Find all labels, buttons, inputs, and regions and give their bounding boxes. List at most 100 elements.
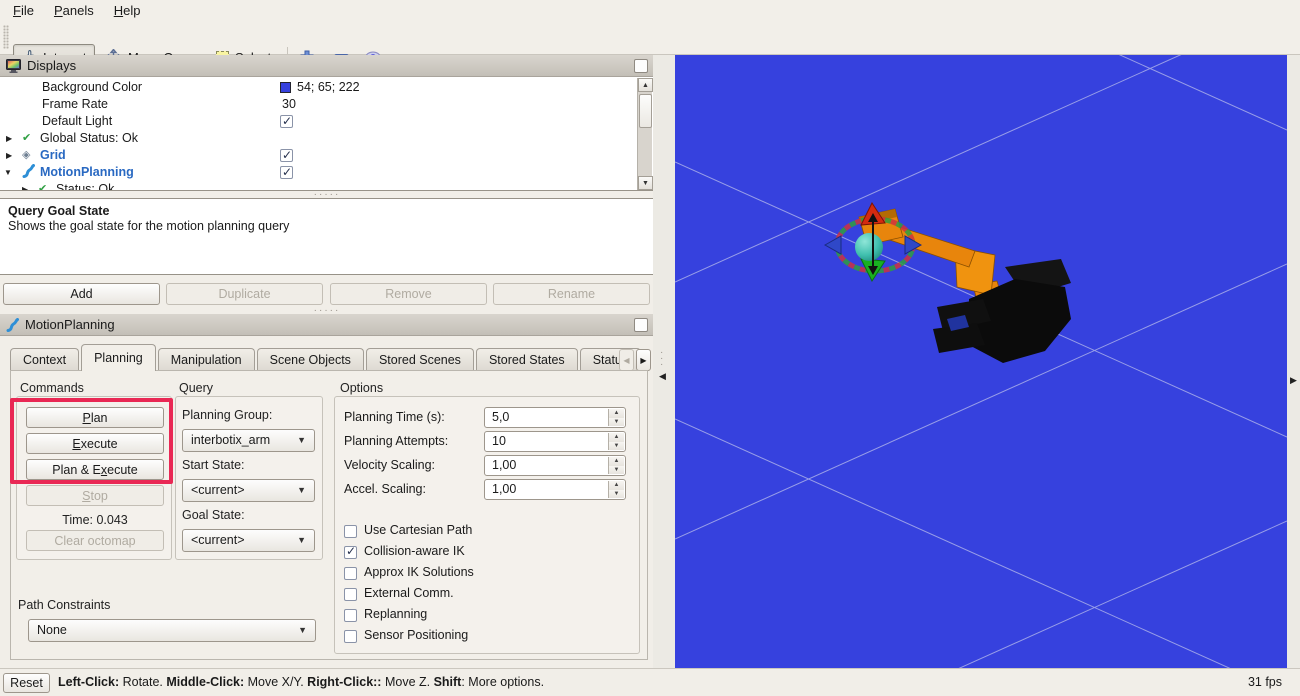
path-constraints-section-title: Path Constraints [18,598,110,612]
tab-manipulation[interactable]: Manipulation [158,348,255,371]
reset-button[interactable]: Reset [3,673,50,693]
menu-file[interactable]: File [3,3,44,18]
tab-stored-states[interactable]: Stored States [476,348,578,371]
tree-scrollbar[interactable]: ▲ ▼ [637,78,652,190]
accel-scaling-label: Accel. Scaling: [344,479,426,500]
menu-panels[interactable]: Panels [44,3,104,18]
property-value[interactable]: 30 [282,96,296,113]
default-light-checkbox[interactable] [280,115,293,128]
displays-panel-header[interactable]: Displays [0,55,653,77]
planning-group-select[interactable]: interbotix_arm ▼ [182,429,315,452]
path-constraints-select[interactable]: None ▼ [28,619,316,642]
accel-scaling-spinbox[interactable]: 1,00 ▲▼ [484,479,626,500]
tab-scene-objects[interactable]: Scene Objects [257,348,364,371]
duplicate-display-button[interactable]: Duplicate [166,283,323,305]
approx-ik-solutions-option[interactable]: Approx IK Solutions [344,563,474,581]
grid-display-label[interactable]: Grid [40,147,66,164]
property-value[interactable]: 54; 65; 222 [297,79,360,96]
velocity-scaling-spinbox[interactable]: 1,00 ▲▼ [484,455,626,476]
interactive-marker [825,203,921,281]
menu-help[interactable]: Help [104,3,151,18]
plan-and-execute-button[interactable]: Plan & Execute [26,459,164,480]
external-comm-checkbox[interactable] [344,588,357,601]
expand-right-icon[interactable]: ▶ [1290,375,1297,386]
expander-icon[interactable]: ▶ [6,130,12,147]
spinner-arrows[interactable]: ▲▼ [608,457,624,474]
motion-planning-panel-header[interactable]: MotionPlanning [0,314,653,336]
planning-time-spinbox[interactable]: 5,0 ▲▼ [484,407,626,428]
approx-ik-solutions-checkbox[interactable] [344,567,357,580]
color-swatch [280,82,291,93]
planning-group-value: interbotix_arm [191,433,270,447]
displays-panel-title: Displays [27,58,76,73]
use-cartesian-path-option[interactable]: Use Cartesian Path [344,521,472,539]
tab-scroll-right-button[interactable]: ▶ [636,349,651,371]
commands-section-title: Commands [20,381,84,395]
tree-row-default-light[interactable]: Default Light [0,113,637,130]
rename-display-button[interactable]: Rename [493,283,650,305]
grid-enabled-checkbox[interactable] [280,149,293,162]
chevron-down-icon: ▼ [297,480,306,501]
spinner-arrows[interactable]: ▲▼ [608,409,624,426]
displays-monitor-icon [6,59,21,73]
collision-aware-ik-checkbox[interactable] [344,546,357,559]
expander-icon[interactable]: ▶ [22,181,28,191]
motion-planning-tabs: Context Planning Manipulation Scene Obje… [10,346,643,371]
tab-context[interactable]: Context [10,348,79,371]
tree-row-grid[interactable]: ▶ ◈ Grid [0,147,637,164]
property-label: Frame Rate [42,96,108,113]
scroll-down-button[interactable]: ▼ [638,176,653,190]
3d-viewport[interactable] [675,55,1287,668]
tree-row-global-status[interactable]: ▶ ✔ Global Status: Ok [0,130,637,147]
views-panel-splitter[interactable]: ▶ [1287,55,1300,668]
collapse-left-icon[interactable]: ◀ [659,371,666,382]
expander-icon[interactable]: ▼ [4,164,12,181]
tree-row-background-color[interactable]: Background Color 54; 65; 222 [0,79,637,96]
collision-aware-ik-option[interactable]: Collision-aware IK [344,542,465,560]
external-comm-option[interactable]: External Comm. [344,584,454,602]
checkbox-label: Sensor Positioning [364,628,468,642]
spinner-arrows[interactable]: ▲▼ [608,481,624,498]
clear-octomap-button[interactable]: Clear octomap [26,530,164,551]
mouse-hints: Left-Click: Rotate. Middle-Click: Move X… [58,669,544,696]
tab-scroll-left-button[interactable]: ◀ [619,349,634,371]
stop-button[interactable]: Stop [26,485,164,506]
grid-lines [675,55,1287,668]
status-bar: Reset Left-Click: Rotate. Middle-Click: … [0,668,1300,696]
displays-collapse-button[interactable] [634,59,648,73]
planning-time-result: Time: 0.043 [26,513,164,527]
expander-icon[interactable]: ▶ [6,147,12,164]
start-state-select[interactable]: <current> ▼ [182,479,315,502]
planning-attempts-spinbox[interactable]: 10 ▲▼ [484,431,626,452]
tab-planning[interactable]: Planning [81,344,156,371]
goal-state-label: Goal State: [182,508,245,522]
toolbar-drag-handle[interactable] [3,25,9,49]
add-display-button[interactable]: Add [3,283,160,305]
plan-button[interactable]: Plan [26,407,164,428]
motion-planning-display-label[interactable]: MotionPlanning [40,164,134,181]
displays-tree[interactable]: Background Color 54; 65; 222 Frame Rate … [0,77,653,191]
goal-state-select[interactable]: <current> ▼ [182,529,315,552]
sensor-positioning-option[interactable]: Sensor Positioning [344,626,468,644]
chevron-down-icon: ▼ [297,530,306,551]
use-cartesian-path-checkbox[interactable] [344,525,357,538]
sensor-positioning-checkbox[interactable] [344,630,357,643]
tree-row-motion-planning[interactable]: ▼ MotionPlanning [0,164,637,181]
velocity-scaling-value: 1,00 [492,458,516,472]
tab-stored-scenes[interactable]: Stored Scenes [366,348,474,371]
scroll-up-button[interactable]: ▲ [638,78,653,92]
planning-time-value: 5,0 [492,410,509,424]
motion-planning-collapse-button[interactable] [634,318,648,332]
remove-display-button[interactable]: Remove [330,283,487,305]
execute-button[interactable]: Execute [26,433,164,454]
spinner-arrows[interactable]: ▲▼ [608,433,624,450]
tree-row-frame-rate[interactable]: Frame Rate 30 [0,96,637,113]
scrollbar-thumb[interactable] [639,94,652,128]
panel-splitter[interactable]: ··· ◀ [653,55,675,668]
replanning-checkbox[interactable] [344,609,357,622]
checkbox-label: Replanning [364,607,427,621]
checkbox-label: Approx IK Solutions [364,565,474,579]
motion-planning-enabled-checkbox[interactable] [280,166,293,179]
motion-planning-panel-icon [6,318,19,332]
replanning-option[interactable]: Replanning [344,605,427,623]
